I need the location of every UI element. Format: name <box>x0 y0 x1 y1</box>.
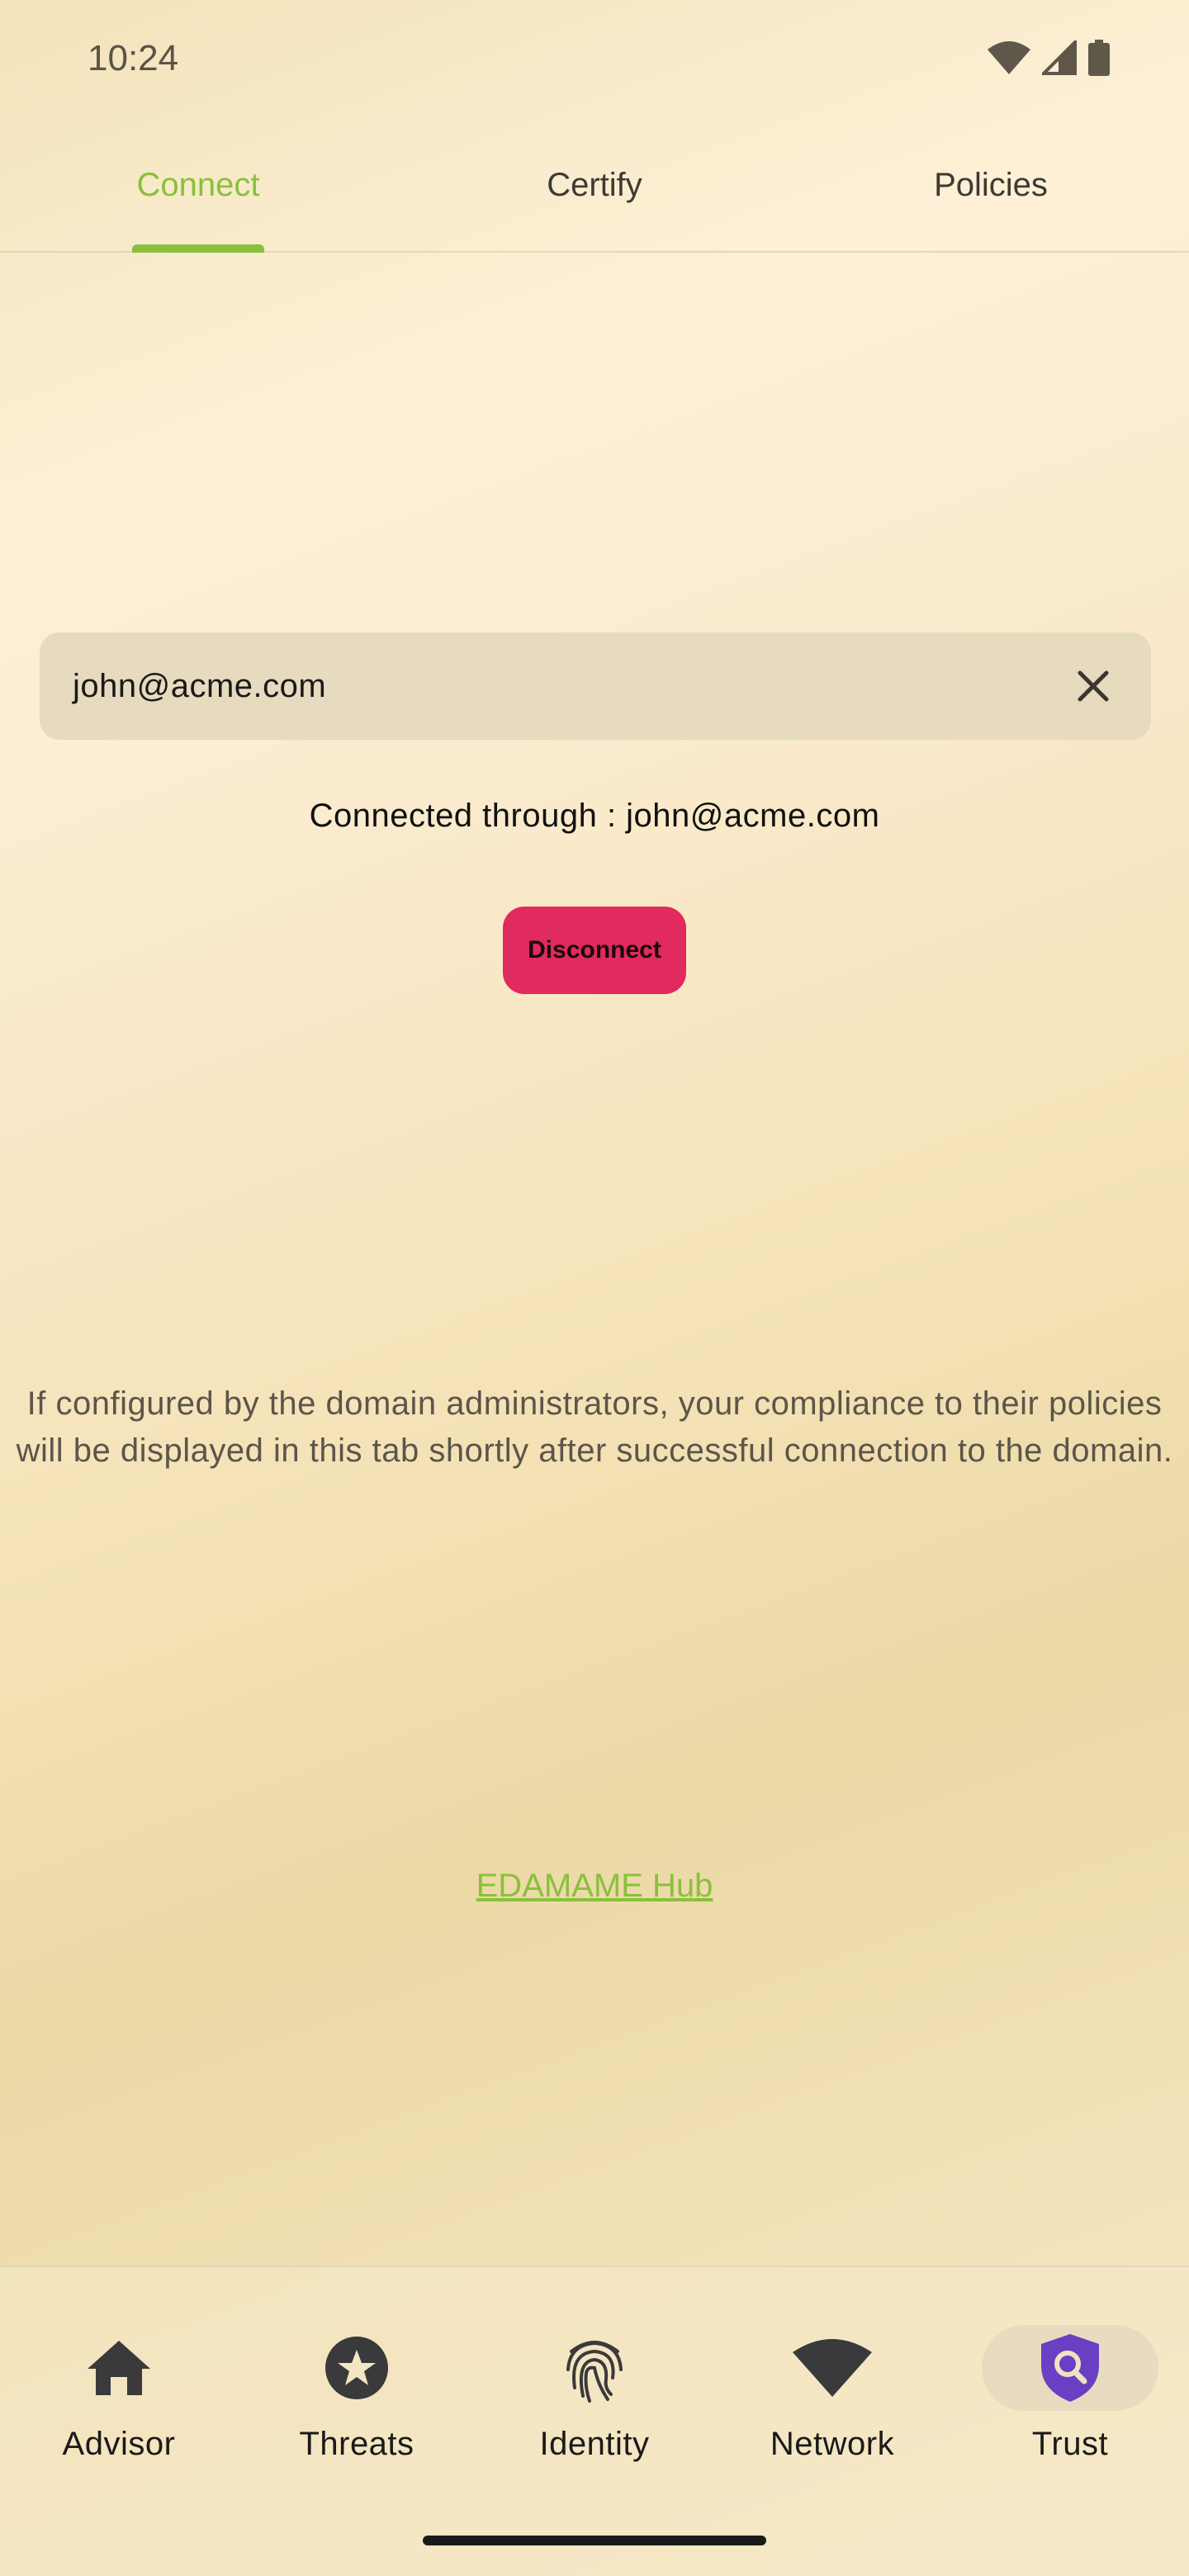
edamame-hub-link[interactable]: EDAMAME Hub <box>0 1868 1189 1905</box>
nav-item-threats[interactable]: Threats <box>238 2325 476 2482</box>
status-time: 10:24 <box>88 38 179 78</box>
nav-label-advisor: Advisor <box>62 2426 176 2462</box>
wifi-icon <box>988 41 1030 74</box>
nav-item-trust[interactable]: Trust <box>951 2325 1189 2482</box>
shield-search-icon <box>982 2325 1158 2411</box>
home-indicator[interactable] <box>423 2536 766 2545</box>
cellular-signal-icon <box>1042 40 1077 75</box>
email-field[interactable]: john@acme.com <box>40 632 1151 740</box>
edamame-hub-link-label[interactable]: EDAMAME Hub <box>476 1868 713 1904</box>
home-icon <box>31 2325 207 2411</box>
wifi-icon <box>744 2325 921 2411</box>
tab-certify-label: Certify <box>547 167 642 203</box>
active-tab-indicator <box>132 244 264 253</box>
top-tab-bar: Connect Certify Policies <box>0 140 1189 253</box>
nav-label-trust: Trust <box>1031 2426 1109 2462</box>
battery-icon <box>1088 40 1110 76</box>
bottom-navigation: Advisor Threats Identity Network Trust <box>0 2266 1189 2576</box>
nav-item-network[interactable]: Network <box>713 2325 951 2482</box>
compliance-info-text: If configured by the domain administrato… <box>16 1385 1173 1469</box>
tab-certify[interactable]: Certify <box>396 140 793 251</box>
status-icons <box>988 40 1110 76</box>
status-bar: 10:24 <box>0 0 1189 116</box>
connected-status-text: Connected through : john@acme.com <box>309 798 880 834</box>
fingerprint-icon <box>506 2325 683 2411</box>
nav-label-threats: Threats <box>299 2426 414 2462</box>
nav-item-identity[interactable]: Identity <box>476 2325 713 2482</box>
close-icon[interactable] <box>1068 661 1118 711</box>
disconnect-button[interactable]: Disconnect <box>503 907 686 994</box>
tab-connect[interactable]: Connect <box>0 140 396 253</box>
tab-connect-label: Connect <box>136 167 260 203</box>
nav-item-advisor[interactable]: Advisor <box>0 2325 238 2482</box>
tab-policies-label: Policies <box>934 167 1048 203</box>
star-badge-icon <box>268 2325 445 2411</box>
nav-label-network: Network <box>770 2426 895 2462</box>
nav-label-identity: Identity <box>539 2426 650 2462</box>
email-value[interactable]: john@acme.com <box>73 668 1068 705</box>
tab-policies[interactable]: Policies <box>793 140 1189 251</box>
